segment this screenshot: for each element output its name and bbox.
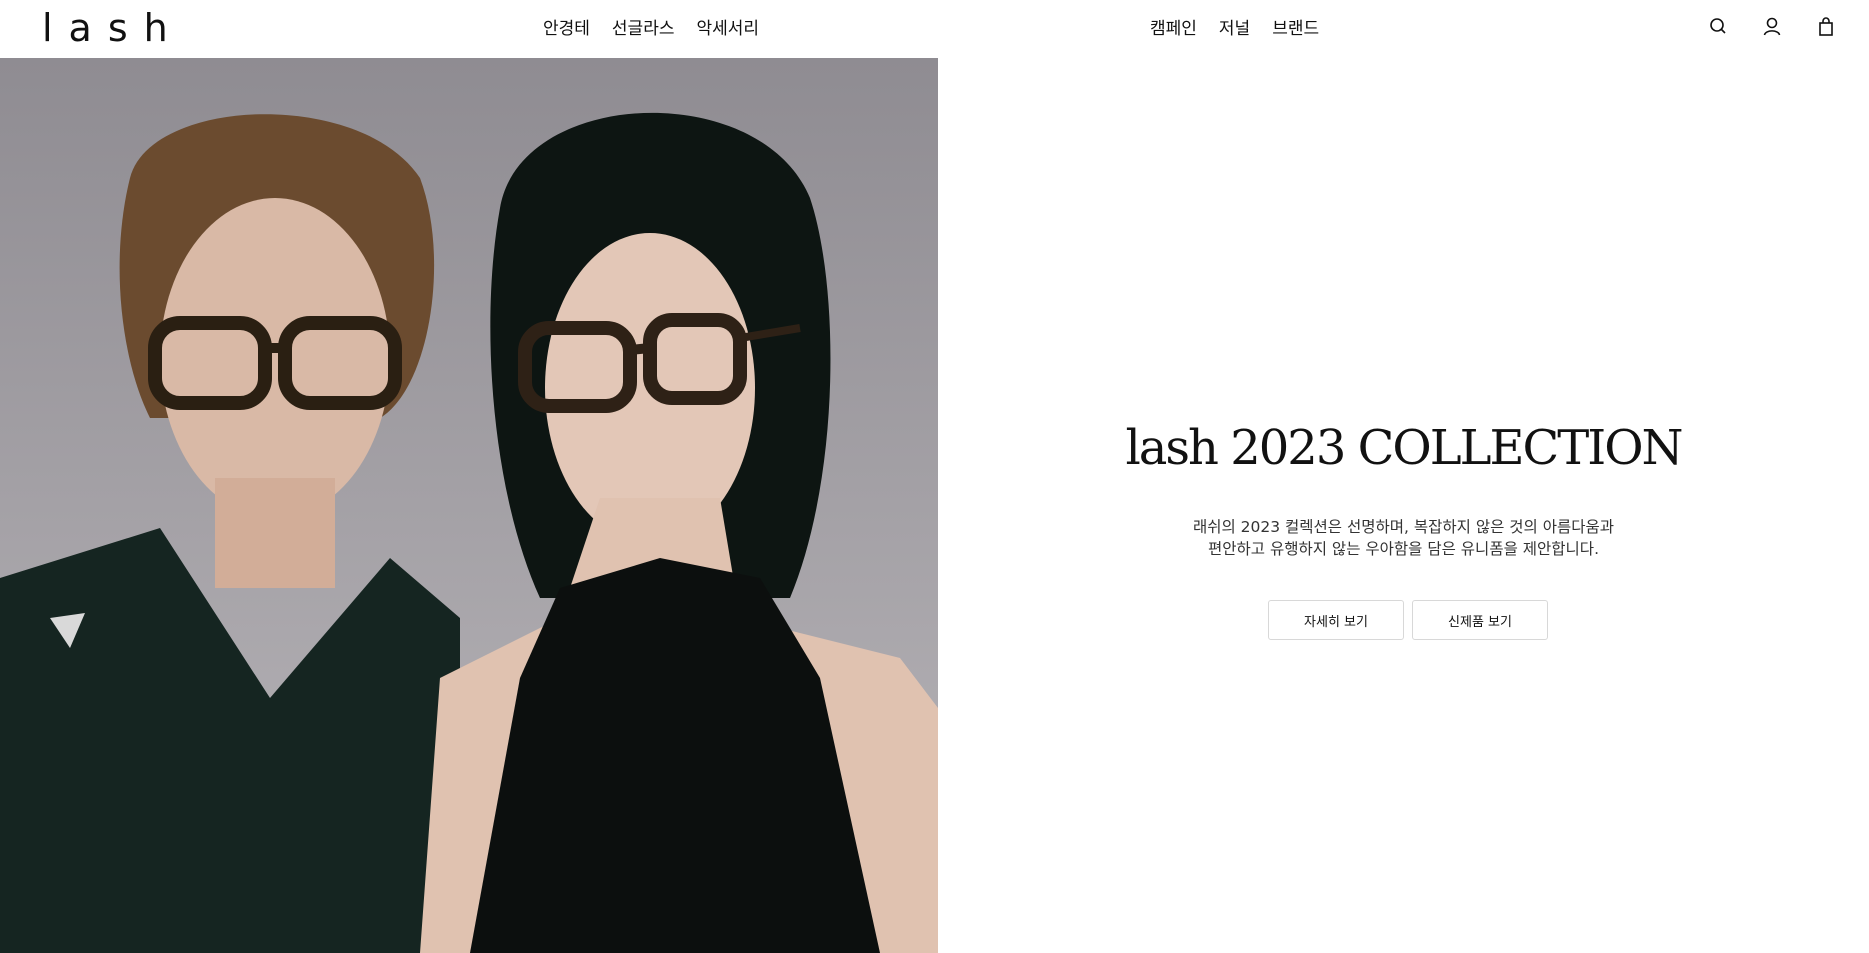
view-new-products-button[interactable]: 신제품 보기 xyxy=(1412,600,1548,640)
header-icons xyxy=(1708,16,1836,38)
description-line-2: 편안하고 유행하지 않는 우아함을 담은 유니폼을 제안합니다. xyxy=(1208,540,1599,558)
nav-item-eyeglasses[interactable]: 안경테 xyxy=(543,17,590,41)
hero-campaign-image xyxy=(0,58,938,953)
search-icon[interactable] xyxy=(1708,16,1728,38)
account-icon[interactable] xyxy=(1762,16,1782,38)
hero-text-panel: lash 2023 COLLECTION 래쉬의 2023 컬렉션은 선명하며,… xyxy=(938,58,1869,953)
brand-logo[interactable]: lash xyxy=(42,6,184,50)
collection-title: lash 2023 COLLECTION xyxy=(1125,420,1683,476)
description-line-1: 래쉬의 2023 컬렉션은 선명하며, 복잡하지 않은 것의 아름다움과 xyxy=(1192,518,1615,536)
nav-item-brand[interactable]: 브랜드 xyxy=(1272,17,1319,41)
nav-item-journal[interactable]: 저널 xyxy=(1219,17,1250,41)
hero-buttons: 자세히 보기 신제품 보기 xyxy=(1268,600,1548,640)
site-header: lash 안경테 선글라스 악세서리 캠페인 저널 브랜드 xyxy=(0,0,1869,58)
nav-item-sunglasses[interactable]: 선글라스 xyxy=(612,17,675,41)
primary-nav: 안경테 선글라스 악세서리 xyxy=(543,17,759,41)
nav-item-campaign[interactable]: 캠페인 xyxy=(1150,17,1197,41)
collection-description: 래쉬의 2023 컬렉션은 선명하며, 복잡하지 않은 것의 아름다움과 편안하… xyxy=(938,516,1869,560)
view-details-button[interactable]: 자세히 보기 xyxy=(1268,600,1404,640)
nav-item-accessories[interactable]: 악세서리 xyxy=(696,17,759,41)
secondary-nav: 캠페인 저널 브랜드 xyxy=(1150,17,1319,41)
shopping-bag-icon[interactable] xyxy=(1816,16,1836,38)
